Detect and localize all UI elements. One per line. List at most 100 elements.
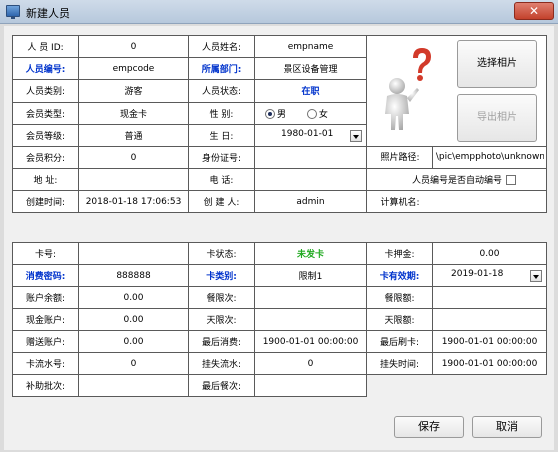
serial-field: 0 [78, 352, 189, 375]
gender-label: 性 别: [188, 101, 255, 125]
status-label: 人员状态: [188, 79, 255, 103]
auto-code-row: 人员编号是否自动编号 [366, 168, 547, 191]
idcard-field[interactable] [254, 146, 367, 169]
loss-serial-label: 挂失流水: [188, 352, 255, 375]
computer-label: 计算机名: [380, 198, 420, 208]
subsidy-label: 补助批次: [12, 374, 79, 397]
last-swipe-field: 1900-01-01 00:00:00 [432, 330, 547, 353]
member-level-field[interactable]: 普通 [78, 123, 189, 148]
card-info-table: 卡号: 卡状态: 未发卡 卡押金: 0.00 消费密码: 888888 卡类别:… [12, 242, 547, 397]
creator-label: 创 建 人: [188, 190, 255, 213]
birthday-label: 生 日: [188, 123, 255, 148]
created-label: 创建时间: [12, 190, 79, 213]
card-no-label: 卡号: [12, 242, 79, 265]
member-level-label: 会员等级: [12, 123, 79, 148]
gender-radio-group: 男 女 [254, 101, 367, 125]
day-limit-label: 天限次: [188, 308, 255, 331]
chevron-down-icon[interactable] [350, 129, 362, 142]
gift-label: 赠送账户: [12, 330, 79, 353]
gender-female-label: 女 [318, 109, 328, 120]
loss-time-field: 1900-01-01 00:00:00 [432, 352, 547, 375]
birthday-value: 1980-01-01 [281, 128, 334, 139]
day-amount-field[interactable] [432, 308, 547, 331]
deposit-field[interactable]: 0.00 [432, 242, 547, 265]
loss-time-label: 挂失时间: [366, 352, 433, 375]
meal-amount-field[interactable] [432, 286, 547, 309]
points-label: 会员积分: [12, 146, 79, 169]
photo-path-field[interactable]: \pic\empphoto\unknown.jpg [431, 147, 544, 168]
cash-label: 现金账户: [12, 308, 79, 331]
computer-row: 计算机名: [366, 190, 547, 213]
auto-code-checkbox[interactable] [506, 175, 516, 185]
card-type-label: 卡类别: [188, 264, 255, 287]
creator-field: admin [254, 190, 367, 213]
deposit-label: 卡押金: [366, 242, 433, 265]
phone-field[interactable] [254, 168, 367, 191]
balance-field: 0.00 [78, 286, 189, 309]
save-button[interactable]: 保存 [394, 416, 464, 438]
member-type-field[interactable]: 现金卡 [78, 101, 189, 125]
code-label: 人员编号: [12, 57, 79, 81]
address-field[interactable] [78, 168, 189, 191]
loss-serial-field: 0 [254, 352, 367, 375]
expiry-value: 2019-01-18 [451, 269, 504, 279]
meal-limit-label: 餐限次: [188, 286, 255, 309]
expiry-label: 卡有效期: [366, 264, 433, 287]
export-photo-button[interactable]: 导出相片 [457, 94, 537, 142]
dialog-body: 人 员 ID: 0 人员姓名: empname 选择相片 导出相片 人员编号: … [4, 26, 554, 450]
gender-male-label: 男 [277, 109, 287, 120]
idcard-label: 身份证号: [188, 146, 255, 169]
dept-label: 所属部门: [188, 57, 255, 81]
cash-field: 0.00 [78, 308, 189, 331]
window-title: 新建人员 [26, 7, 70, 20]
gender-male-option[interactable]: 男 [265, 108, 287, 120]
radio-unselected-icon[interactable] [306, 108, 317, 119]
balance-label: 账户余额: [12, 286, 79, 309]
subsidy-field [78, 374, 189, 397]
id-field[interactable]: 0 [78, 34, 189, 59]
last-meal-field [254, 374, 367, 397]
address-label: 地 址: [12, 168, 79, 191]
photo-path-label: 照片路径: [380, 153, 420, 163]
phone-label: 电 话: [188, 168, 255, 191]
day-limit-field[interactable] [254, 308, 367, 331]
last-consume-field: 1900-01-01 00:00:00 [254, 330, 367, 353]
title-bar: 新建人员 ✕ [0, 0, 558, 24]
card-type-field[interactable]: 限制1 [254, 264, 367, 287]
select-photo-button[interactable]: 选择相片 [457, 40, 537, 88]
name-label: 人员姓名: [188, 34, 255, 59]
name-field[interactable]: empname [254, 34, 367, 59]
person-question-icon [385, 48, 431, 130]
monitor-icon [6, 5, 20, 19]
card-state-label: 卡状态: [188, 242, 255, 265]
member-type-label: 会员类型: [12, 101, 79, 125]
chevron-down-icon[interactable] [530, 270, 542, 282]
meal-amount-label: 餐限额: [366, 286, 433, 309]
auto-code-label: 人员编号是否自动编号 [411, 176, 502, 186]
photo-path-row: 照片路径: \pic\empphoto\unknown.jpg [366, 146, 547, 169]
last-swipe-label: 最后刷卡: [366, 330, 433, 353]
serial-label: 卡流水号: [12, 352, 79, 375]
gender-female-option[interactable]: 女 [306, 108, 328, 120]
status-field[interactable]: 在职 [254, 79, 367, 103]
category-field[interactable]: 游客 [78, 79, 189, 103]
code-field[interactable]: empcode [78, 57, 189, 81]
photo-panel: 选择相片 导出相片 [366, 35, 547, 147]
points-field[interactable]: 0 [78, 146, 189, 169]
card-no-field[interactable] [78, 242, 189, 265]
expiry-picker[interactable]: 2019-01-18 [432, 264, 547, 287]
empty-cell [366, 374, 547, 397]
person-info-table: 人 员 ID: 0 人员姓名: empname 选择相片 导出相片 人员编号: … [12, 34, 547, 213]
card-state-field: 未发卡 [254, 242, 367, 265]
birthday-picker[interactable]: 1980-01-01 [254, 123, 367, 148]
close-button[interactable]: ✕ [514, 2, 554, 20]
meal-limit-field[interactable] [254, 286, 367, 309]
last-meal-label: 最后餐次: [188, 374, 255, 397]
cancel-button[interactable]: 取消 [472, 416, 542, 438]
day-amount-label: 天限额: [366, 308, 433, 331]
created-field: 2018-01-18 17:06:53 [78, 190, 189, 213]
radio-selected-icon[interactable] [265, 108, 275, 119]
dept-field[interactable]: 景区设备管理 [254, 57, 367, 81]
pwd-field[interactable]: 888888 [78, 264, 189, 287]
id-label: 人 员 ID: [12, 34, 79, 59]
